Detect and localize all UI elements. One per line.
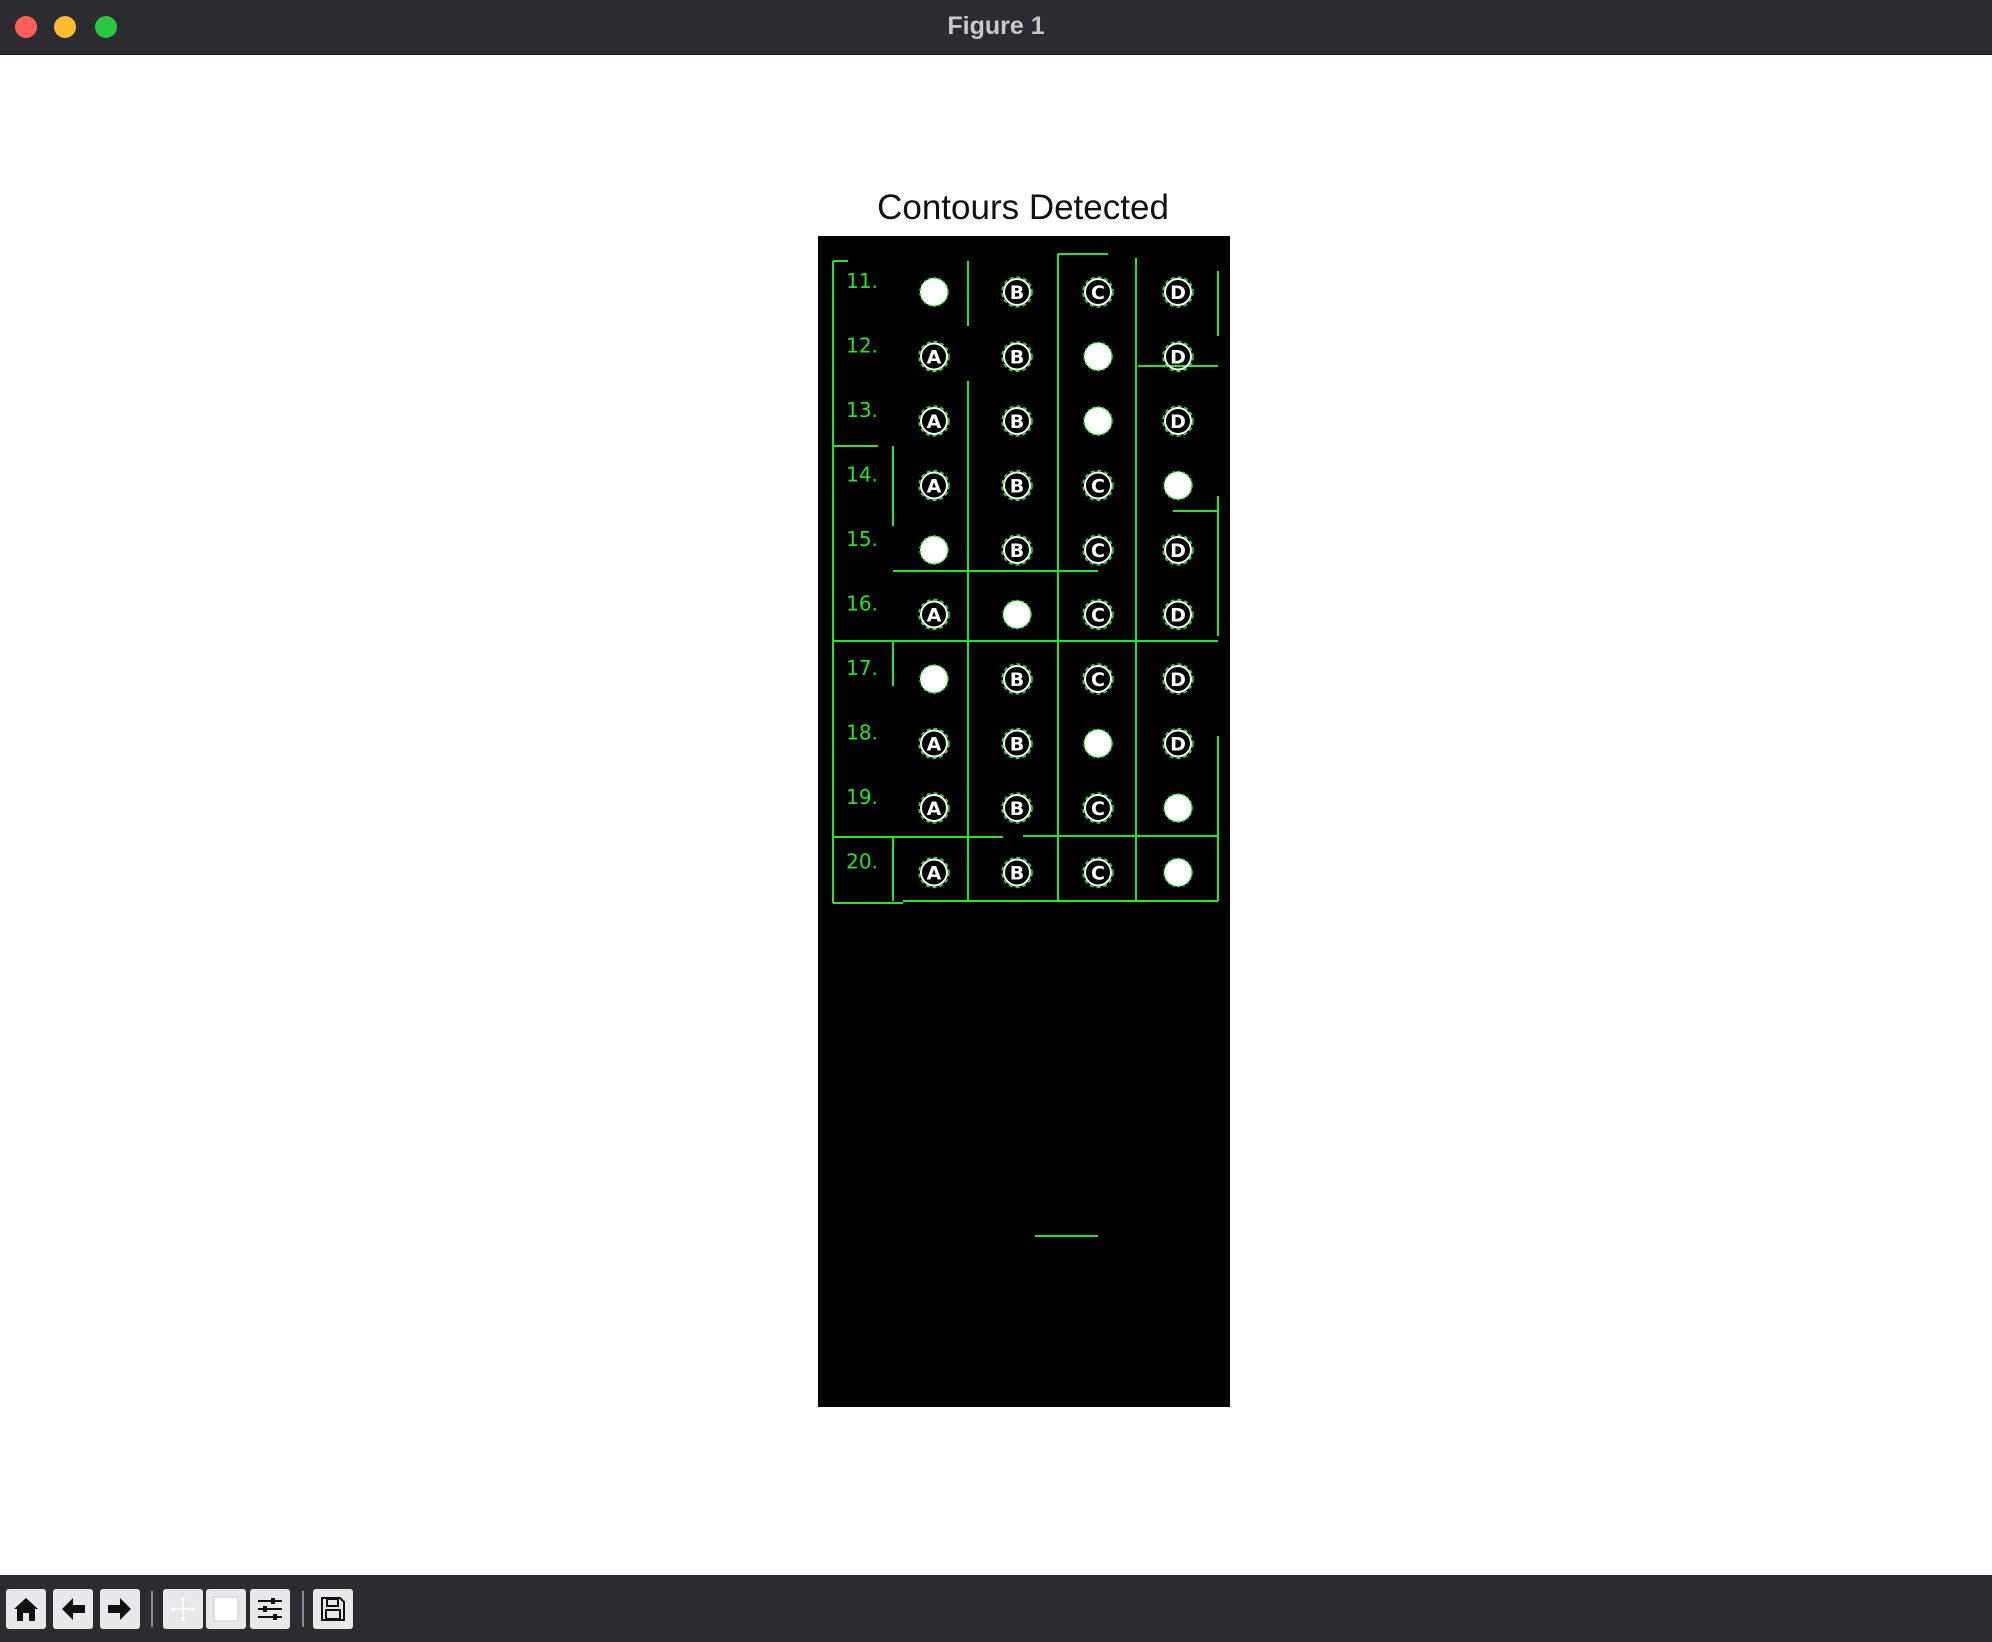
answer-row: 19. A B C — [846, 785, 1193, 824]
bubble-letter: B — [1010, 282, 1024, 304]
question-number: 17. — [846, 656, 878, 680]
answer-row: 18. A B D — [846, 721, 1194, 760]
answer-row: 14. A B C — [846, 463, 1193, 502]
filled-bubble — [919, 664, 949, 694]
bubble-letter: B — [1010, 347, 1024, 369]
bubble-letter: C — [1091, 798, 1105, 820]
bubble-letter: C — [1091, 476, 1105, 498]
bubble-letter: D — [1170, 669, 1186, 691]
back-arrow-icon[interactable] — [53, 1589, 93, 1629]
filled-bubble — [1163, 793, 1193, 823]
filled-bubble — [1083, 341, 1113, 372]
bubble-letter: A — [927, 798, 942, 820]
zoom-icon[interactable] — [206, 1589, 246, 1629]
question-number: 19. — [846, 785, 878, 809]
bubble-letter: C — [1091, 669, 1105, 691]
question-number: 20. — [846, 850, 878, 874]
navigation-toolbar — [0, 1575, 1992, 1642]
bubble-letter: C — [1091, 282, 1105, 304]
toolbar-separator — [151, 1591, 153, 1627]
figure-title: Contours Detected — [877, 188, 1169, 227]
grid-lines — [832, 253, 1219, 904]
bubble-letter: B — [1010, 863, 1024, 885]
filled-bubble — [1002, 599, 1032, 630]
bubble-letter: A — [927, 347, 942, 369]
filled-bubble — [919, 277, 949, 307]
question-number: 11. — [846, 269, 878, 293]
bubble-letter: C — [1091, 863, 1105, 885]
filled-bubble — [1083, 728, 1113, 759]
configure-subplots-icon[interactable] — [250, 1589, 290, 1629]
question-number: 16. — [846, 592, 878, 616]
save-icon[interactable] — [313, 1589, 353, 1629]
contours-image: 11. B C D 12. A B D 13. A B D 14. A B C 15. B C D 16. A C D 17. B… — [818, 236, 1230, 1407]
bubble-letter: D — [1170, 734, 1186, 756]
answer-rows: 11. B C D 12. A B D 13. A B D 14. A B C 15. B C D 16. A C D 17. B… — [846, 269, 1194, 889]
question-number: 15. — [846, 527, 878, 551]
question-number: 12. — [846, 334, 878, 358]
answer-row: 15. B C D — [846, 527, 1194, 566]
bubble-letter: B — [1010, 798, 1024, 820]
bubble-letter: A — [927, 476, 942, 498]
bubble-letter: A — [927, 411, 942, 433]
filled-bubble — [919, 535, 949, 565]
bubble-letter: D — [1170, 540, 1186, 562]
bubble-letter: D — [1170, 411, 1186, 433]
answer-sheet-svg: 11. B C D 12. A B D 13. A B D 14. A B C 15. B C D 16. A C D 17. B… — [832, 253, 1219, 1237]
question-number: 14. — [846, 463, 878, 487]
bubble-letter: A — [927, 734, 942, 756]
forward-arrow-icon[interactable] — [100, 1589, 140, 1629]
bubble-letter: A — [927, 605, 942, 627]
bubble-letter: B — [1010, 734, 1024, 756]
answer-row: 11. B C D — [846, 269, 1194, 308]
bubble-letter: B — [1010, 476, 1024, 498]
answer-row: 16. A C D — [846, 592, 1194, 631]
bubble-letter: D — [1170, 605, 1186, 627]
bubble-letter: B — [1010, 669, 1024, 691]
filled-bubble — [1083, 406, 1113, 436]
bubble-letter: D — [1170, 282, 1186, 304]
toolbar-separator — [302, 1591, 304, 1627]
bubble-letter: A — [927, 863, 942, 885]
window-title: Figure 1 — [947, 12, 1045, 40]
bubble-letter: C — [1091, 540, 1105, 562]
question-number: 18. — [846, 721, 878, 745]
filled-bubble — [1163, 470, 1193, 501]
title-bar: Figure 1 — [0, 0, 1992, 55]
answer-row: 20. A B C — [846, 850, 1193, 889]
answer-row: 17. B C D — [846, 656, 1194, 695]
home-icon[interactable] — [6, 1589, 46, 1629]
answer-row: 13. A B D — [846, 398, 1194, 437]
question-number: 13. — [846, 398, 878, 422]
bubble-letter: B — [1010, 411, 1024, 433]
bubble-letter: C — [1091, 605, 1105, 627]
filled-bubble — [1163, 857, 1193, 888]
bubble-letter: D — [1170, 347, 1186, 369]
pan-icon[interactable] — [163, 1589, 203, 1629]
bubble-letter: B — [1010, 540, 1024, 562]
